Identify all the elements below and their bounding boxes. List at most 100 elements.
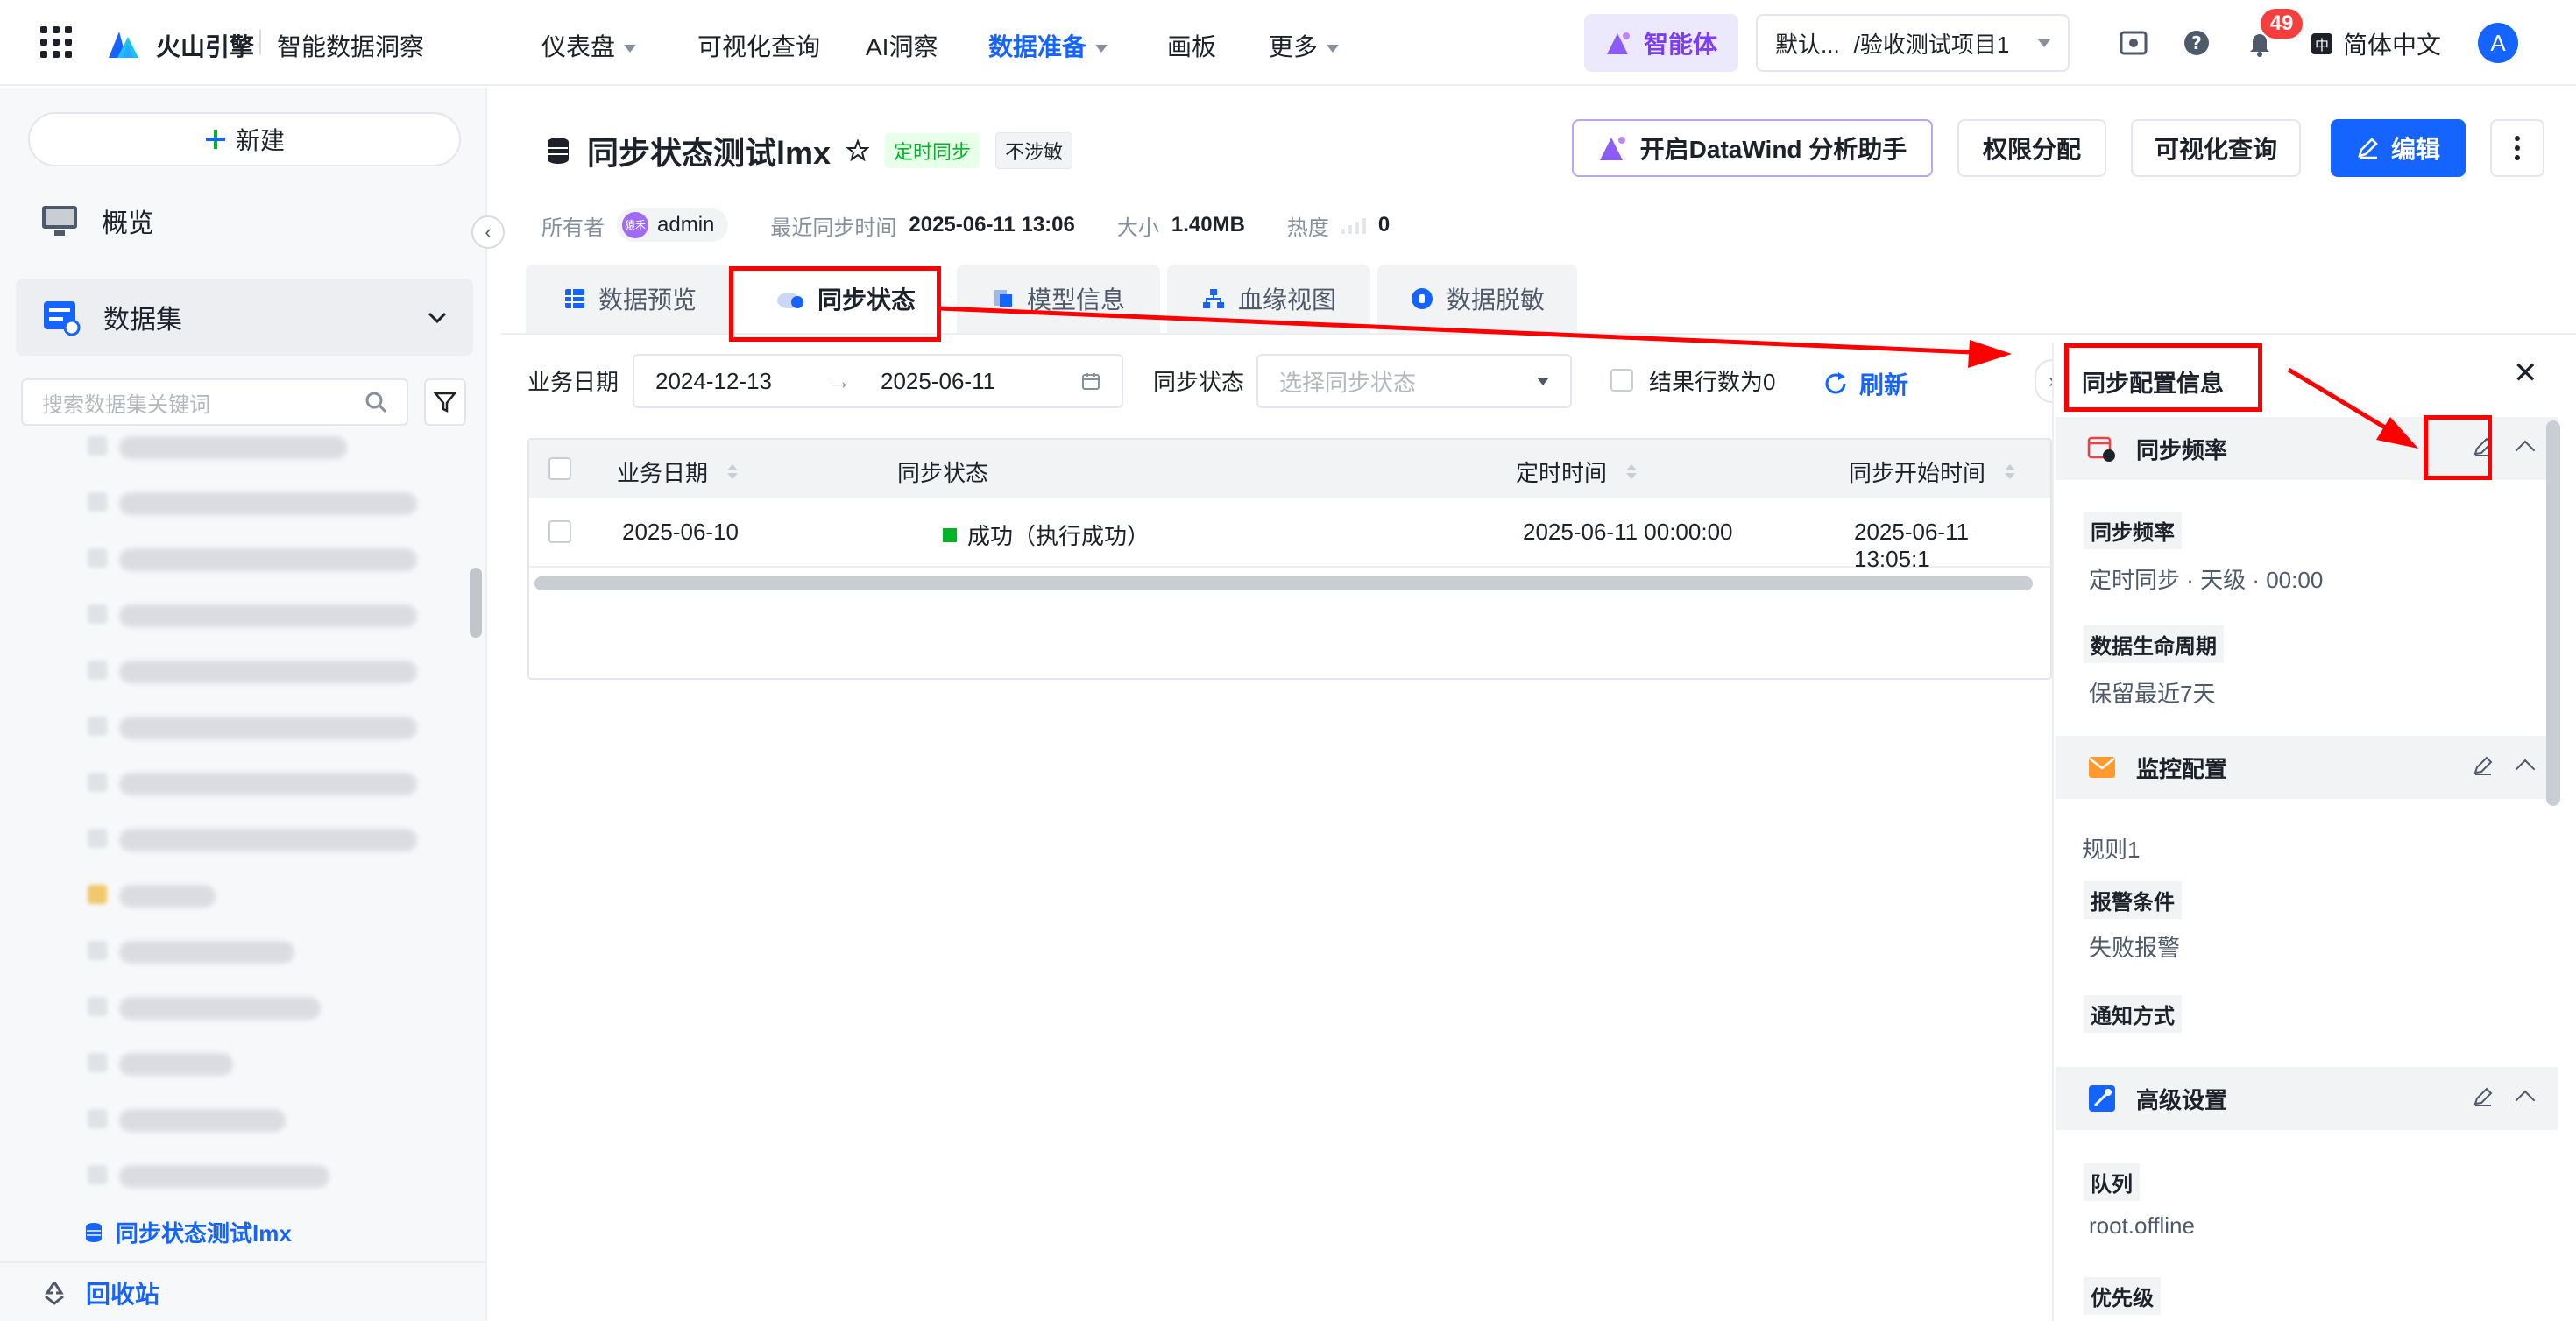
- cell-scheduled-time: 2025-06-11 00:00:00: [1523, 519, 1733, 545]
- tree-item-blurred[interactable]: [119, 997, 321, 1020]
- nav-more[interactable]: 更多: [1269, 28, 1340, 63]
- table-horizontal-scrollbar[interactable]: [534, 576, 2033, 590]
- tree-item-blurred[interactable]: [119, 1109, 286, 1132]
- sidebar-item-dataset[interactable]: 数据集: [16, 279, 473, 356]
- annotation-box-edit-icon: [2424, 415, 2492, 480]
- tab-data-masking[interactable]: 数据脱敏: [1377, 265, 1577, 333]
- tab-data-preview[interactable]: 数据预览: [526, 265, 734, 333]
- sidebar-collapse-button[interactable]: ‹: [471, 215, 505, 249]
- edit-button[interactable]: 编辑: [2331, 119, 2466, 177]
- zero-rows-checkbox[interactable]: [1610, 369, 1633, 392]
- tree-item-blurred[interactable]: [119, 829, 417, 851]
- active-item-label: 同步状态测试lmx: [116, 1220, 292, 1247]
- dataset-search-input[interactable]: 搜索数据集关键词: [21, 378, 408, 426]
- product-name: 智能数据洞察: [277, 33, 425, 60]
- sync-status-table: 业务日期 同步状态 定时时间 同步开始时间 2025-06-10 成功（执行成功…: [527, 438, 2052, 680]
- tree-item-icon: [88, 829, 107, 848]
- tree-item-blurred[interactable]: [119, 773, 417, 795]
- calendar-icon: [1082, 373, 1100, 390]
- app-grid-icon[interactable]: [40, 26, 72, 58]
- tree-item-blurred[interactable]: [119, 1053, 233, 1076]
- chevron-up-icon[interactable]: [2515, 1090, 2536, 1111]
- tree-item-icon: [88, 548, 107, 568]
- select-all-checkbox[interactable]: [548, 457, 571, 480]
- zero-rows-filter[interactable]: 结果行数为0: [1610, 352, 1775, 408]
- column-header-scheduled-time[interactable]: 定时时间: [1516, 456, 1638, 488]
- folder-icon: [88, 885, 107, 904]
- language-icon: 中: [2311, 33, 2332, 54]
- star-icon[interactable]: [846, 139, 870, 162]
- pencil-icon: [2358, 138, 2378, 159]
- heat-bars-icon: [1341, 216, 1366, 234]
- close-icon[interactable]: ✕: [2513, 356, 2538, 391]
- tree-item-blurred[interactable]: [119, 717, 417, 739]
- tree-item-blurred[interactable]: [119, 941, 294, 964]
- dataset-header: 同步状态测试lmx 定时同步 不涉敏: [545, 128, 1073, 173]
- owner-chip[interactable]: 猿禾 admin: [617, 208, 729, 242]
- nav-ai-insight[interactable]: AI洞察: [866, 28, 938, 63]
- tools-icon: [2089, 1085, 2115, 1112]
- refresh-button[interactable]: 刷新: [1822, 366, 1908, 401]
- date-end: 2025-06-11: [881, 367, 996, 394]
- row-checkbox[interactable]: [548, 520, 571, 543]
- table-row[interactable]: 2025-06-10 成功（执行成功） 2025-06-11 00:00:00 …: [529, 498, 2050, 572]
- tree-item-blurred[interactable]: [119, 548, 417, 571]
- visual-query-button[interactable]: 可视化查询: [2131, 119, 2301, 177]
- tree-item-icon: [88, 1165, 107, 1184]
- help-icon[interactable]: ?: [2182, 28, 2212, 58]
- svg-text:中: 中: [2315, 37, 2329, 53]
- tree-item-blurred[interactable]: [119, 660, 417, 683]
- tree-item-blurred[interactable]: [119, 1165, 329, 1188]
- pencil-icon[interactable]: [2473, 1086, 2494, 1107]
- datawind-label: 开启DataWind 分析助手: [1639, 136, 1907, 163]
- tree-item-icon: [88, 773, 107, 792]
- sync-status-select[interactable]: 选择同步状态: [1256, 354, 1572, 408]
- permissions-button[interactable]: 权限分配: [1957, 119, 2106, 177]
- datawind-assistant-button[interactable]: 开启DataWind 分析助手: [1572, 119, 1933, 177]
- panel-scrollbar[interactable]: [2546, 420, 2560, 806]
- sort-icon[interactable]: [727, 464, 739, 479]
- column-header-biz-date[interactable]: 业务日期: [617, 456, 739, 488]
- new-button[interactable]: 新建: [28, 112, 461, 166]
- agent-button[interactable]: 智能体: [1584, 14, 1738, 72]
- section-advanced[interactable]: 高级设置: [2056, 1067, 2558, 1130]
- nav-data-prep[interactable]: 数据准备: [988, 28, 1108, 63]
- chevron-down-icon[interactable]: [428, 312, 447, 324]
- refresh-label: 刷新: [1859, 371, 1909, 399]
- lineage-icon: [1202, 289, 1224, 308]
- pencil-icon[interactable]: [2473, 755, 2494, 776]
- chevron-up-icon[interactable]: [2515, 440, 2536, 461]
- agent-mountain-icon: [1599, 137, 1625, 160]
- user-avatar[interactable]: A: [2478, 23, 2518, 63]
- tree-item-blurred[interactable]: [119, 885, 216, 908]
- tree-item-blurred[interactable]: [119, 492, 417, 515]
- date-range-picker[interactable]: 2024-12-13 → 2025-06-11: [633, 354, 1123, 408]
- tab-lineage-view[interactable]: 血缘视图: [1167, 265, 1370, 333]
- nav-visual-query[interactable]: 可视化查询: [697, 28, 820, 63]
- sidebar-item-overview[interactable]: 概览: [40, 201, 154, 240]
- project-selector[interactable]: 默认... /验收测试项目1: [1756, 14, 2070, 72]
- sort-icon[interactable]: [1626, 464, 1638, 479]
- tree-item-blurred[interactable]: [119, 436, 347, 459]
- recycle-bin-link[interactable]: 回收站: [40, 1275, 159, 1310]
- database-icon: [548, 138, 569, 164]
- chevron-up-icon[interactable]: [2515, 759, 2536, 780]
- tab-model-info[interactable]: 模型信息: [957, 265, 1160, 333]
- column-header-start-time[interactable]: 同步开始时间: [1849, 456, 2016, 488]
- tree-item-active[interactable]: 同步状态测试lmx: [84, 1216, 292, 1248]
- section-monitoring[interactable]: 监控配置: [2056, 736, 2558, 799]
- language-switch[interactable]: 中 简体中文: [2310, 26, 2441, 61]
- settings-panel-icon[interactable]: [2119, 28, 2148, 58]
- last-sync-label: 最近同步时间: [770, 215, 897, 240]
- more-actions-button[interactable]: [2490, 119, 2544, 177]
- sidebar-scrollbar[interactable]: [470, 568, 482, 638]
- tree-item-blurred[interactable]: [119, 604, 417, 627]
- cell-start-time: 2025-06-11 13:05:1: [1854, 519, 1970, 572]
- nav-canvas[interactable]: 画板: [1167, 28, 1216, 63]
- filter-button[interactable]: [424, 378, 466, 426]
- biz-date-label: 业务日期: [527, 368, 619, 395]
- nav-dashboard[interactable]: 仪表盘: [541, 28, 637, 63]
- sort-icon[interactable]: [2005, 464, 2016, 479]
- section-title: 同步频率: [2136, 436, 2228, 463]
- agent-label: 智能体: [1643, 31, 1717, 58]
